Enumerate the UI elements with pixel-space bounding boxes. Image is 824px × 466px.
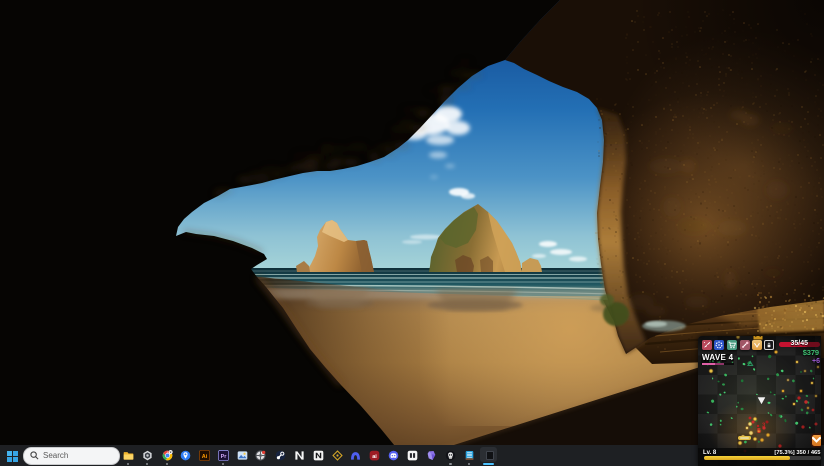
svg-text:ai: ai bbox=[372, 454, 377, 460]
svg-text:5: 5 bbox=[757, 428, 761, 435]
svg-text:Pr: Pr bbox=[220, 454, 227, 460]
svg-text:Ai: Ai bbox=[201, 454, 207, 460]
